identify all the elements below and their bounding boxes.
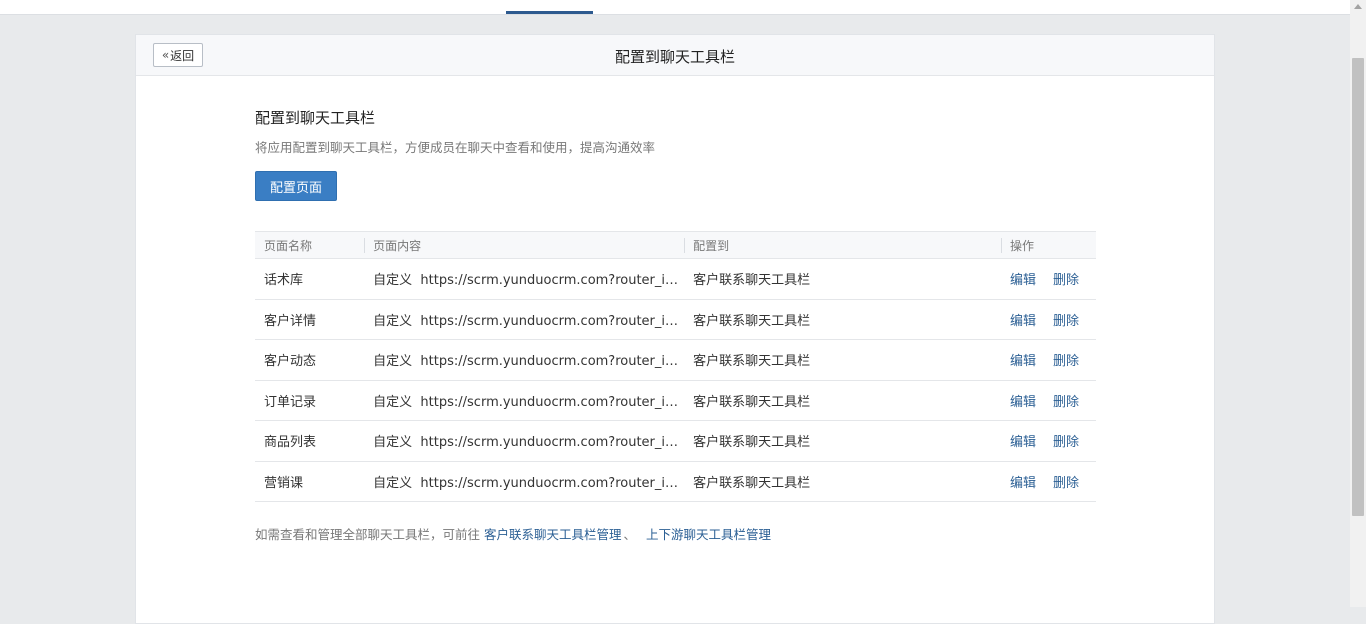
edit-link[interactable]: 编辑 bbox=[1010, 354, 1036, 369]
row-target: 客户联系聊天工具栏 bbox=[684, 461, 1001, 502]
scrollbar-thumb[interactable] bbox=[1352, 58, 1364, 516]
updown-toolbar-manage-link[interactable]: 上下游聊天工具栏管理 bbox=[646, 527, 771, 542]
config-page-button[interactable]: 配置页面 bbox=[255, 171, 337, 201]
row-target: 客户联系聊天工具栏 bbox=[684, 258, 1001, 300]
table-row: 营销课 自定义 https://scrm.yunduocrm.com?router… bbox=[255, 461, 1096, 502]
row-target: 客户联系聊天工具栏 bbox=[684, 380, 1001, 421]
footer-text: 如需查看和管理全部聊天工具栏，可前往 bbox=[255, 527, 484, 542]
page-title: 配置到聊天工具栏 bbox=[614, 48, 735, 66]
row-page-name: 话术库 bbox=[255, 258, 365, 300]
row-page-name: 订单记录 bbox=[255, 380, 365, 421]
row-page-name: 商品列表 bbox=[255, 420, 365, 462]
delete-link[interactable]: 删除 bbox=[1053, 314, 1079, 329]
row-page-name: 客户动态 bbox=[255, 339, 365, 381]
column-header-target: 配置到 bbox=[684, 231, 1001, 259]
section-description: 将应用配置到聊天工具栏，方便成员在聊天中查看和使用，提高沟通效率 bbox=[255, 140, 656, 155]
edit-link[interactable]: 编辑 bbox=[1010, 273, 1036, 288]
table-row: 订单记录 自定义 https://scrm.yunduocrm.com?route… bbox=[255, 380, 1096, 421]
delete-link[interactable]: 删除 bbox=[1053, 476, 1079, 491]
edit-link[interactable]: 编辑 bbox=[1010, 395, 1036, 410]
row-page-content: 自定义 https://scrm.yunduocrm.com?router_id… bbox=[364, 461, 685, 502]
table-row: 客户详情 自定义 https://scrm.yunduocrm.com?route… bbox=[255, 299, 1096, 340]
row-actions: 编辑 删除 bbox=[1000, 299, 1096, 340]
table-row: 商品列表 自定义 https://scrm.yunduocrm.com?route… bbox=[255, 420, 1096, 462]
row-page-name: 营销课 bbox=[255, 461, 365, 502]
section-title: 配置到聊天工具栏 bbox=[255, 109, 376, 127]
table-row: 话术库 自定义 https://scrm.yunduocrm.com?router… bbox=[255, 258, 1096, 300]
delete-link[interactable]: 删除 bbox=[1053, 273, 1079, 288]
card-header: « 返回 配置到聊天工具栏 bbox=[136, 35, 1214, 76]
main-card: « 返回 配置到聊天工具栏 配置到聊天工具栏 将应用配置到聊天工具栏，方便成员在… bbox=[135, 34, 1215, 624]
row-actions: 编辑 删除 bbox=[1000, 461, 1096, 502]
customer-toolbar-manage-link[interactable]: 客户联系聊天工具栏管理 bbox=[484, 527, 622, 542]
edit-link[interactable]: 编辑 bbox=[1010, 314, 1036, 329]
footer-separator: 、 bbox=[623, 527, 640, 542]
column-header-name: 页面名称 bbox=[255, 231, 365, 259]
column-header-content: 页面内容 bbox=[364, 231, 685, 259]
row-page-content: 自定义 https://scrm.yunduocrm.com?router_id… bbox=[364, 339, 685, 381]
row-actions: 编辑 删除 bbox=[1000, 258, 1096, 300]
scroll-up-arrow-icon[interactable] bbox=[1354, 4, 1362, 9]
table-header-row: 页面名称 页面内容 配置到 操作 bbox=[255, 231, 1096, 259]
active-tab-indicator bbox=[506, 11, 593, 14]
edit-link[interactable]: 编辑 bbox=[1010, 435, 1036, 450]
column-header-actions: 操作 bbox=[1000, 231, 1096, 259]
delete-link[interactable]: 删除 bbox=[1053, 354, 1079, 369]
edit-link[interactable]: 编辑 bbox=[1010, 476, 1036, 491]
config-table: 页面名称 页面内容 配置到 操作 话术库 自定义 https://scrm.yun… bbox=[255, 231, 1096, 502]
row-page-content: 自定义 https://scrm.yunduocrm.com?router_id… bbox=[364, 299, 685, 340]
delete-link[interactable]: 删除 bbox=[1053, 395, 1079, 410]
row-actions: 编辑 删除 bbox=[1000, 380, 1096, 421]
footer-note: 如需查看和管理全部聊天工具栏，可前往 客户联系聊天工具栏管理、 上下游聊天工具栏… bbox=[255, 524, 1096, 543]
row-page-content: 自定义 https://scrm.yunduocrm.com?router_id… bbox=[364, 420, 685, 462]
row-page-name: 客户详情 bbox=[255, 299, 365, 340]
content-area: 配置到聊天工具栏 将应用配置到聊天工具栏，方便成员在聊天中查看和使用，提高沟通效… bbox=[255, 107, 1096, 543]
table-row: 客户动态 自定义 https://scrm.yunduocrm.com?route… bbox=[255, 339, 1096, 381]
row-actions: 编辑 删除 bbox=[1000, 420, 1096, 462]
row-target: 客户联系聊天工具栏 bbox=[684, 299, 1001, 340]
row-target: 客户联系聊天工具栏 bbox=[684, 420, 1001, 462]
row-target: 客户联系聊天工具栏 bbox=[684, 339, 1001, 381]
delete-link[interactable]: 删除 bbox=[1053, 435, 1079, 450]
row-page-content: 自定义 https://scrm.yunduocrm.com?router_id… bbox=[364, 258, 685, 300]
row-page-content: 自定义 https://scrm.yunduocrm.com?router_id… bbox=[364, 380, 685, 421]
top-nav-bar bbox=[0, 0, 1350, 15]
scrollbar[interactable] bbox=[1350, 0, 1366, 607]
row-actions: 编辑 删除 bbox=[1000, 339, 1096, 381]
